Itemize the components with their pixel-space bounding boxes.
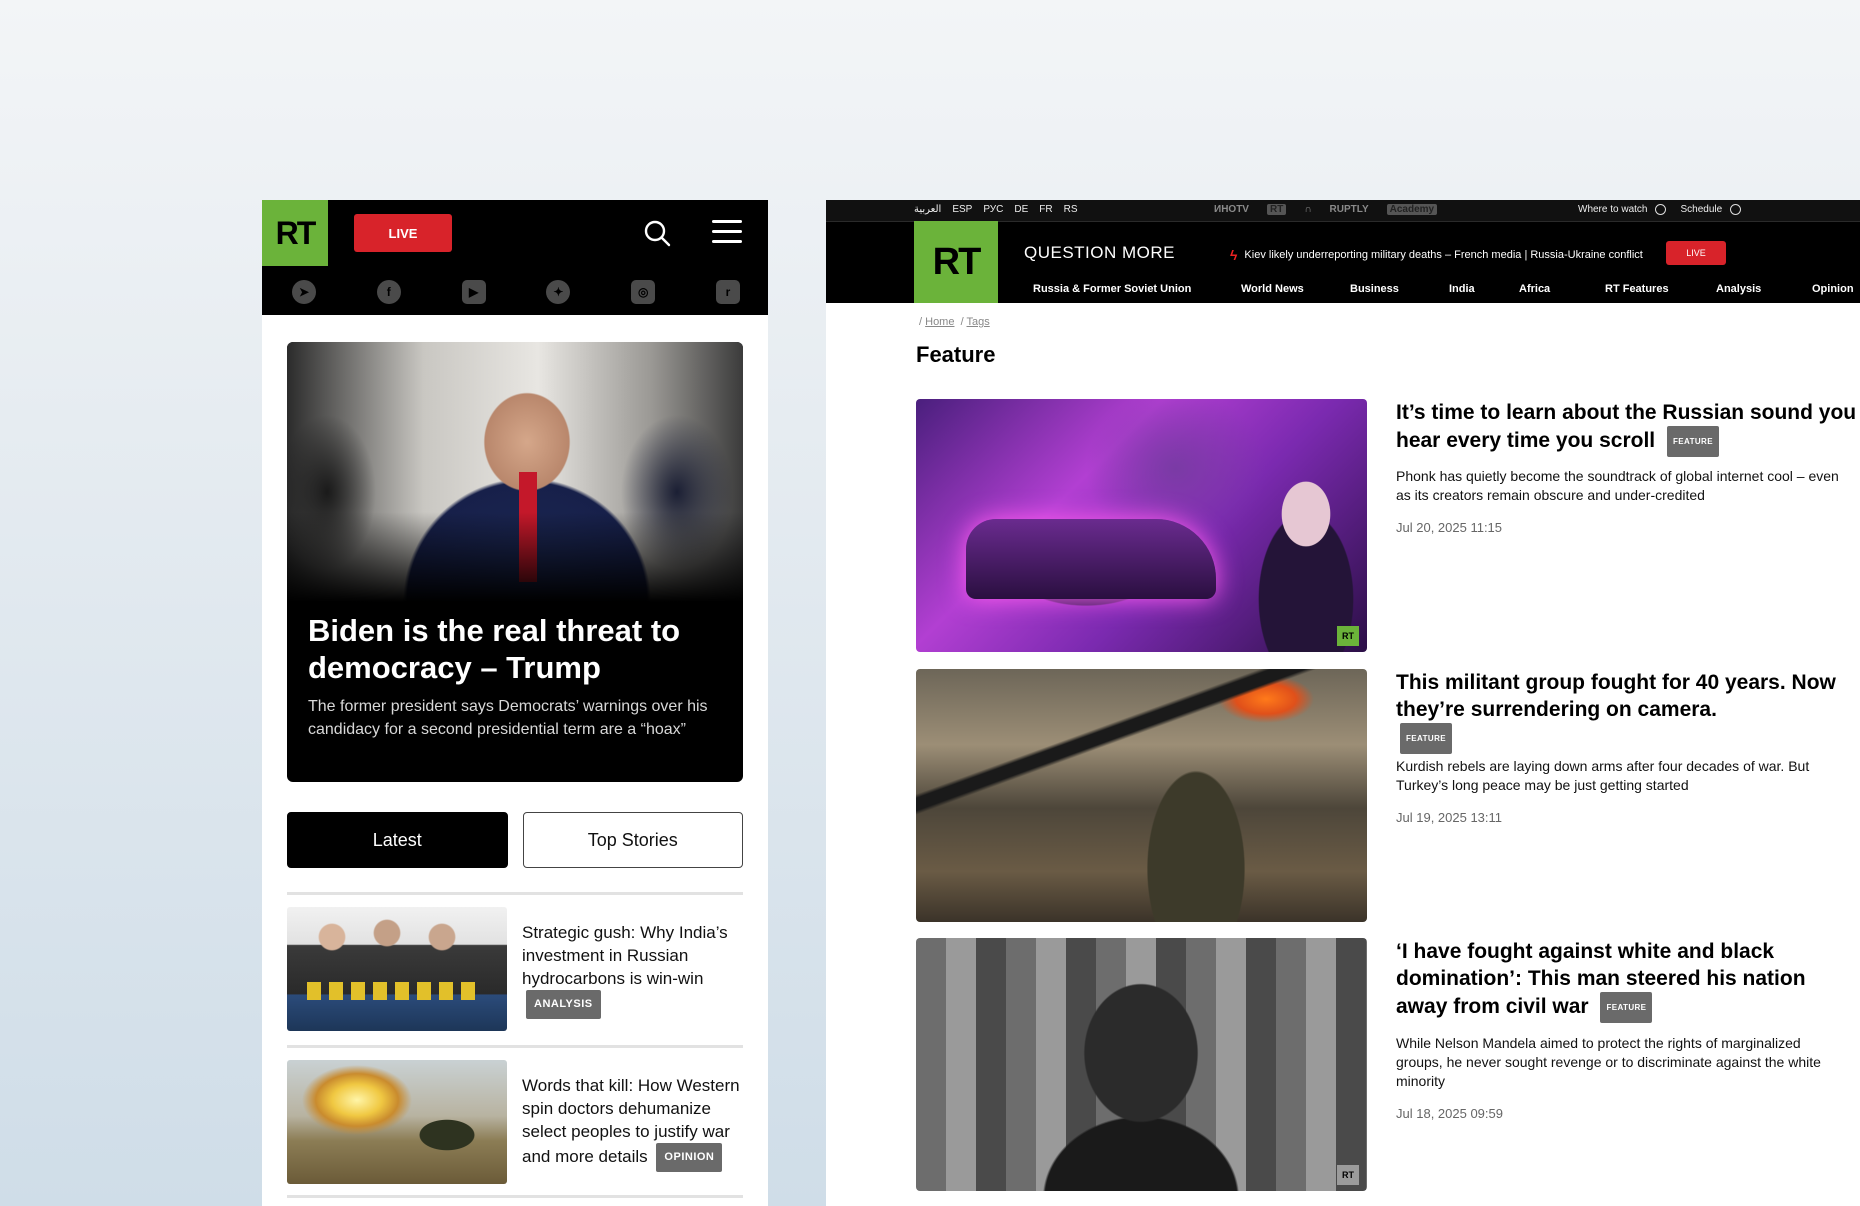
article-title[interactable]: It’s time to learn about the Russian sou… xyxy=(1396,401,1856,452)
brand-inotv[interactable]: ИНОТV xyxy=(1214,204,1249,215)
menu-icon[interactable] xyxy=(712,220,742,246)
article-date: Jul 19, 2025 13:11 xyxy=(1396,810,1503,825)
lang-fr[interactable]: FR xyxy=(1039,204,1052,215)
hero-subtitle: The former president says Democrats’ war… xyxy=(308,698,708,738)
nav-africa[interactable]: Africa xyxy=(1519,283,1550,295)
rumble-icon[interactable]: r xyxy=(715,280,740,304)
nav-opinion[interactable]: Opinion xyxy=(1812,283,1854,295)
divider xyxy=(287,1195,743,1198)
list-item[interactable]: Words that kill: How Western spin doctor… xyxy=(287,1060,743,1184)
nav-analysis[interactable]: Analysis xyxy=(1716,283,1761,295)
article-headline[interactable]: ‘I have fought against white and black d… xyxy=(1396,938,1860,1023)
nav-business[interactable]: Business xyxy=(1350,283,1399,295)
story-headline[interactable]: Strategic gush: Why India’s investment i… xyxy=(522,921,742,1019)
breaking-news[interactable]: ϟ Kiev likely underreporting military de… xyxy=(1230,247,1643,263)
social-links: ➤ f ▶ ✦ ◎ r xyxy=(262,280,768,304)
divider xyxy=(287,1045,743,1048)
language-switcher: العربية ESP РУС DE FR RS xyxy=(914,204,1078,215)
lang-de[interactable]: DE xyxy=(1014,204,1028,215)
lang-esp[interactable]: ESP xyxy=(952,204,972,215)
lang-rs[interactable]: RS xyxy=(1064,204,1078,215)
desktop-header: العربية ESP РУС DE FR RS ИНОТV RT ∩ RUPT… xyxy=(826,200,1860,303)
play-icon[interactable] xyxy=(1655,204,1667,215)
opinion-badge: OPINION xyxy=(656,1143,723,1172)
story-title[interactable]: Strategic gush: Why India’s investment i… xyxy=(522,923,728,988)
breadcrumb-home[interactable]: Home xyxy=(925,316,954,328)
sister-brands: ИНОТV RT ∩ RUPTLY Academy xyxy=(1214,204,1438,215)
breaking-headline[interactable]: Kiev likely underreporting military deat… xyxy=(1244,249,1642,261)
brand-ruptly[interactable]: RUPTLY xyxy=(1330,204,1369,215)
tagline: QUESTION MORE xyxy=(1024,243,1176,262)
article-image[interactable] xyxy=(916,669,1367,922)
live-button[interactable]: LIVE xyxy=(1666,241,1726,265)
story-thumbnail[interactable] xyxy=(287,907,507,1031)
list-item[interactable]: Strategic gush: Why India’s investment i… xyxy=(287,907,743,1031)
article-headline[interactable]: It’s time to learn about the Russian sou… xyxy=(1396,399,1860,457)
nav-world-news[interactable]: World News xyxy=(1241,283,1304,295)
utility-bar: العربية ESP РУС DE FR RS ИНОТV RT ∩ RUPT… xyxy=(826,200,1860,222)
article-title[interactable]: This militant group fought for 40 years.… xyxy=(1396,671,1836,721)
twitter-icon[interactable]: ✦ xyxy=(546,280,571,304)
article-summary: Phonk has quietly become the soundtrack … xyxy=(1396,468,1839,503)
article-headline[interactable]: This militant group fought for 40 years.… xyxy=(1396,669,1860,754)
mobile-header: RT LIVE ➤ f ▶ ✦ ◎ r xyxy=(262,200,768,315)
feature-badge: FEATURE xyxy=(1600,992,1653,1023)
hero-story[interactable]: Biden is the real threat to democracy – … xyxy=(287,342,743,782)
lang-rus[interactable]: РУС xyxy=(983,204,1003,215)
analysis-badge: ANALYSIS xyxy=(526,990,601,1019)
story-headline[interactable]: Words that kill: How Western spin doctor… xyxy=(522,1074,742,1172)
mobile-view: RT LIVE ➤ f ▶ ✦ ◎ r Biden is the real th… xyxy=(262,200,768,1206)
where-to-watch-link[interactable]: Where to watch xyxy=(1578,204,1647,215)
search-icon[interactable] xyxy=(642,218,672,248)
live-button[interactable]: LIVE xyxy=(354,214,452,252)
hero-title[interactable]: Biden is the real threat to democracy – … xyxy=(308,612,728,686)
article-summary: While Nelson Mandela aimed to protect th… xyxy=(1396,1035,1821,1089)
rt-logo[interactable]: RT xyxy=(262,200,328,266)
nav-russia[interactable]: Russia & Former Soviet Union xyxy=(1033,283,1191,295)
article-date: Jul 18, 2025 09:59 xyxy=(1396,1106,1503,1121)
clock-icon[interactable] xyxy=(1730,204,1742,215)
article-card[interactable]: RT ‘I have fought against white and blac… xyxy=(916,938,1860,1191)
desktop-view: العربية ESP РУС DE FR RS ИНОТV RT ∩ RUPT… xyxy=(826,200,1860,1206)
nav-rt-features[interactable]: RT Features xyxy=(1605,283,1669,295)
watch-links: Where to watch Schedule xyxy=(1578,204,1742,215)
rt-watermark: RT xyxy=(1337,626,1359,646)
hero-image xyxy=(287,342,743,602)
tab-top-stories[interactable]: Top Stories xyxy=(522,812,743,868)
brand-rt-doc[interactable]: RT xyxy=(1266,204,1287,215)
article-card[interactable]: This militant group fought for 40 years.… xyxy=(916,669,1860,922)
news-tabs: Latest Top Stories xyxy=(287,812,743,868)
breadcrumb-tags[interactable]: Tags xyxy=(967,316,990,328)
story-thumbnail[interactable] xyxy=(287,1060,507,1184)
article-card[interactable]: RT It’s time to learn about the Russian … xyxy=(916,399,1860,652)
feature-badge: FEATURE xyxy=(1666,426,1719,457)
brand-academy[interactable]: Academy xyxy=(1386,204,1438,215)
instagram-icon[interactable]: ◎ xyxy=(631,280,656,304)
facebook-icon[interactable]: f xyxy=(376,280,401,304)
divider xyxy=(287,892,743,895)
article-image[interactable]: RT xyxy=(916,399,1367,652)
article-date: Jul 20, 2025 11:15 xyxy=(1396,520,1503,535)
page-title: Feature xyxy=(916,342,996,367)
nav-india[interactable]: India xyxy=(1449,283,1475,295)
main-nav: Russia & Former Soviet Union World News … xyxy=(826,280,1860,300)
breadcrumb: / Home / Tags xyxy=(919,316,990,328)
youtube-icon[interactable]: ▶ xyxy=(461,280,486,304)
schedule-link[interactable]: Schedule xyxy=(1680,204,1722,215)
article-image[interactable]: RT xyxy=(916,938,1367,1191)
rt-watermark: RT xyxy=(1337,1165,1359,1185)
brand-arch-icon[interactable]: ∩ xyxy=(1304,204,1311,215)
lightning-icon: ϟ xyxy=(1230,247,1238,263)
article-summary: Kurdish rebels are laying down arms afte… xyxy=(1396,758,1810,793)
tab-latest[interactable]: Latest xyxy=(287,812,508,868)
telegram-icon[interactable]: ➤ xyxy=(292,280,316,304)
lang-arabic[interactable]: العربية xyxy=(914,204,941,215)
feature-badge: FEATURE xyxy=(1400,723,1452,754)
